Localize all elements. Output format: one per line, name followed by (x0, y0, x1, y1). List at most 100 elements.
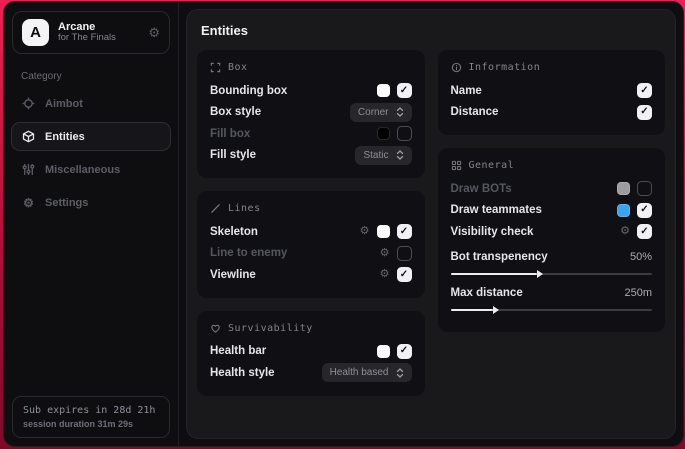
row-label: Box style (210, 106, 342, 118)
check-icon: ✓ (400, 86, 408, 96)
setting-row-skeleton: Skeleton ⚙ ✓ (210, 221, 412, 243)
sidebar-item-settings[interactable]: ⚙ Settings (11, 188, 171, 217)
color-swatch[interactable] (617, 204, 630, 217)
setting-row-health-style: Health style Health based (210, 362, 412, 384)
lines-card-header: Lines (210, 203, 412, 214)
sidebar-item-label: Entities (45, 131, 85, 143)
card-title: Box (228, 62, 248, 73)
setting-row-viewline: Viewline ⚙ ✓ (210, 264, 412, 286)
row-label: Visibility check (451, 226, 613, 238)
fill-style-dropdown[interactable]: Static (355, 146, 411, 165)
check-icon: ✓ (400, 227, 408, 237)
slider-fill[interactable] (451, 273, 538, 275)
color-swatch[interactable] (617, 182, 630, 195)
setting-row-draw-bots: Draw BOTs ✓ (451, 178, 653, 200)
health-bar-checkbox[interactable]: ✓ (397, 344, 412, 359)
row-label: Health bar (210, 345, 369, 357)
card-title: Information (469, 62, 541, 73)
gear-icon[interactable]: ⚙ (380, 269, 390, 280)
box-style-dropdown[interactable]: Corner (350, 103, 412, 122)
gear-icon: ⚙ (21, 196, 36, 210)
sliders-icon (21, 163, 36, 176)
sidebar: A Arcane for The Finals ⚙ Category Aimbo… (4, 2, 179, 446)
setting-row-visibility-check: Visibility check ⚙ ✓ (451, 221, 653, 243)
setting-row-bounding-box: Bounding box ✓ (210, 80, 412, 102)
check-icon: ✓ (640, 227, 648, 237)
color-swatch[interactable] (377, 345, 390, 358)
slider-value: 250m (624, 287, 652, 299)
gear-icon[interactable]: ⚙ (380, 248, 390, 259)
gear-icon[interactable]: ⚙ (360, 226, 370, 237)
brand-text: Arcane for The Finals (58, 21, 116, 45)
sidebar-item-aimbot[interactable]: Aimbot (11, 89, 171, 118)
health-style-dropdown[interactable]: Health based (322, 363, 412, 382)
row-label: Health style (210, 367, 314, 379)
max-distance-slider[interactable] (451, 309, 653, 311)
dropdown-value: Corner (358, 107, 389, 118)
name-checkbox[interactable]: ✓ (637, 83, 652, 98)
info-icon (451, 62, 462, 73)
setting-row-line-to-enemy: Line to enemy ⚙ ✓ (210, 243, 412, 265)
row-label: Fill style (210, 149, 347, 161)
heart-icon (210, 323, 221, 334)
dropdown-value: Health based (330, 367, 389, 378)
sidebar-nav: Aimbot Entities Miscellaneous (4, 89, 178, 217)
setting-row-health-bar: Health bar ✓ (210, 341, 412, 363)
gear-icon[interactable]: ⚙ (148, 25, 160, 41)
left-column: Box Bounding box ✓ Box style Corn (197, 50, 425, 396)
card-title: General (469, 160, 515, 171)
survivability-card: Survivability Health bar ✓ Health style (197, 311, 425, 396)
check-icon: ✓ (640, 107, 648, 117)
session-duration-text: session duration 31m 29s (23, 419, 159, 429)
check-icon: ✓ (640, 205, 648, 215)
crosshair-icon (21, 97, 36, 110)
row-label: Fill box (210, 128, 369, 140)
color-swatch[interactable] (377, 225, 390, 238)
brand-logo: A (22, 19, 49, 46)
slider-fill[interactable] (451, 309, 493, 311)
category-label: Category (21, 71, 178, 82)
gear-icon[interactable]: ⚙ (620, 226, 630, 237)
color-swatch[interactable] (377, 127, 390, 140)
brand-subtitle: for The Finals (58, 33, 116, 44)
bot-transparency-slider[interactable] (451, 273, 653, 275)
information-card: Information Name ✓ Distance ✓ (438, 50, 666, 135)
check-icon: ✓ (400, 270, 408, 280)
main-panel: Entities Box Bounding box (186, 9, 676, 439)
draw-bots-checkbox[interactable]: ✓ (637, 181, 652, 196)
setting-row-name: Name ✓ (451, 80, 653, 102)
row-label: Skeleton (210, 226, 352, 238)
slider-value: 50% (630, 251, 652, 263)
color-swatch[interactable] (377, 84, 390, 97)
setting-row-fill-box: Fill box ✓ (210, 123, 412, 145)
lines-icon (210, 203, 221, 214)
setting-row-draw-teammates: Draw teammates ✓ (451, 200, 653, 222)
card-title: Lines (228, 203, 261, 214)
box-card-header: Box (210, 62, 412, 73)
lines-card: Lines Skeleton ⚙ ✓ Line to enemy ⚙ (197, 191, 425, 298)
box-icon (210, 62, 221, 73)
page-title: Entities (201, 23, 665, 38)
line-to-enemy-checkbox[interactable]: ✓ (397, 246, 412, 261)
setting-row-distance: Distance ✓ (451, 102, 653, 124)
bounding-box-checkbox[interactable]: ✓ (397, 83, 412, 98)
check-icon: ✓ (640, 86, 648, 96)
distance-checkbox[interactable]: ✓ (637, 105, 652, 120)
sidebar-item-label: Aimbot (45, 98, 83, 110)
sidebar-item-miscellaneous[interactable]: Miscellaneous (11, 155, 171, 184)
sidebar-item-entities[interactable]: Entities (11, 122, 171, 151)
skeleton-checkbox[interactable]: ✓ (397, 224, 412, 239)
box-card: Box Bounding box ✓ Box style Corn (197, 50, 425, 178)
row-label: Distance (451, 106, 630, 118)
draw-teammates-checkbox[interactable]: ✓ (637, 203, 652, 218)
visibility-check-checkbox[interactable]: ✓ (637, 224, 652, 239)
information-card-header: Information (451, 62, 653, 73)
sidebar-item-label: Settings (45, 197, 88, 209)
slider-label: Bot transpenency (451, 251, 548, 263)
row-label: Bounding box (210, 85, 369, 97)
row-label: Draw teammates (451, 204, 610, 216)
row-label: Viewline (210, 269, 372, 281)
general-card-header: General (451, 160, 653, 171)
fill-box-checkbox[interactable]: ✓ (397, 126, 412, 141)
viewline-checkbox[interactable]: ✓ (397, 267, 412, 282)
